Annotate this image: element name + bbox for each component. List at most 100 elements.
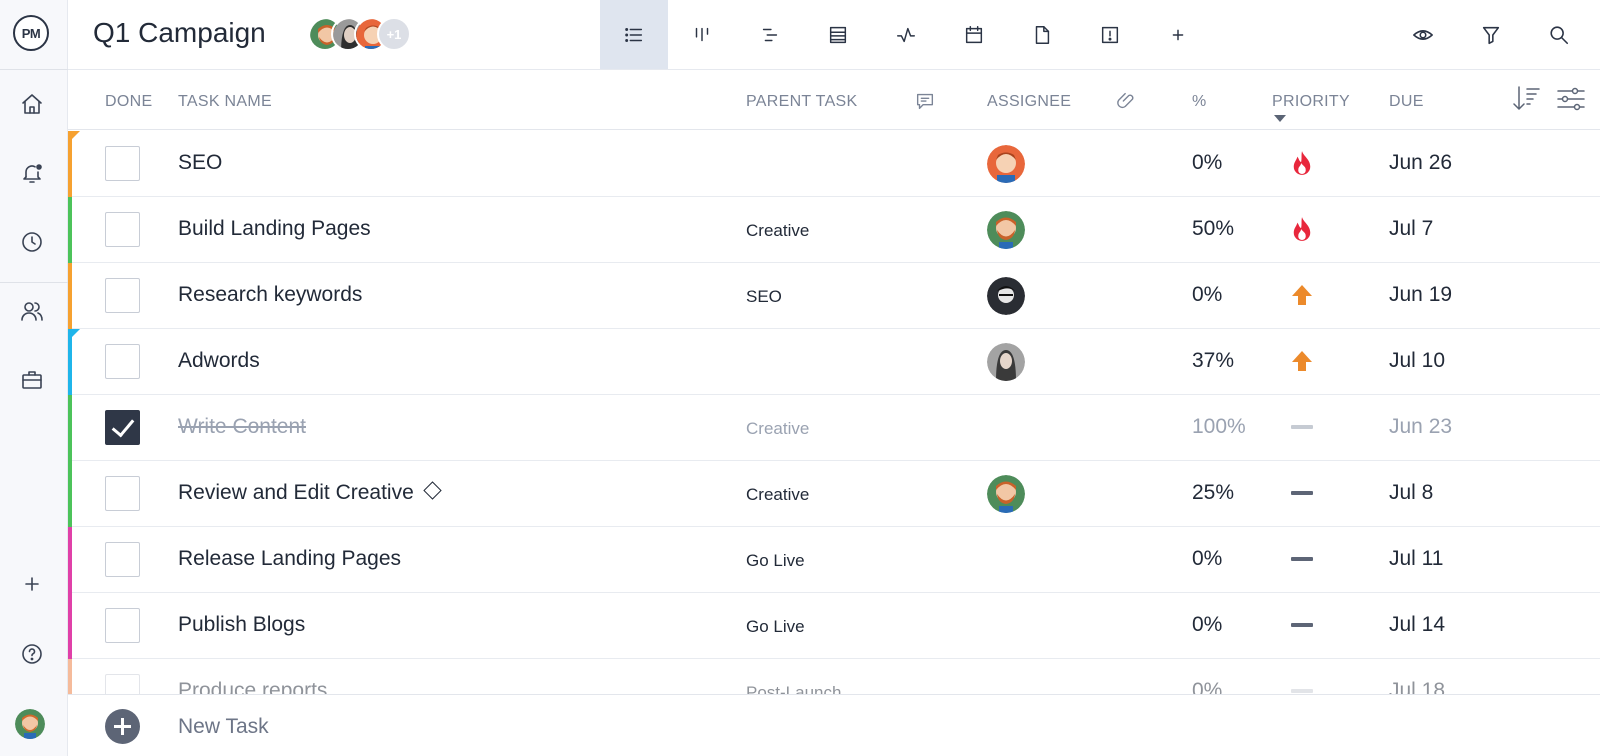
dashboard-view-button[interactable] — [872, 0, 940, 69]
add-icon[interactable] — [19, 571, 45, 597]
task-name-text[interactable]: Adwords — [178, 349, 260, 372]
due-date[interactable]: Jun 26 — [1389, 151, 1452, 175]
task-name[interactable]: Build Landing Pages — [178, 217, 371, 241]
priority-indicator[interactable] — [1287, 148, 1317, 178]
done-checkbox[interactable] — [105, 146, 140, 181]
percent-complete[interactable]: 50% — [1192, 217, 1234, 241]
task-name-text[interactable]: Build Landing Pages — [178, 217, 371, 240]
done-checkbox[interactable] — [105, 476, 140, 511]
table-row[interactable]: Release Landing Pages Go Live 0% Jul 11 — [68, 527, 1600, 593]
notifications-icon[interactable] — [19, 160, 45, 186]
table-row[interactable]: Produce reports Post-Launch 0% Jul 18 — [68, 659, 1600, 694]
table-row[interactable]: Build Landing Pages Creative 50% Jul 7 — [68, 197, 1600, 263]
task-name-text[interactable]: Publish Blogs — [178, 613, 305, 636]
task-name[interactable]: Write Content — [178, 415, 306, 439]
search-button[interactable] — [1540, 16, 1578, 54]
priority-indicator[interactable] — [1287, 280, 1317, 310]
column-done[interactable]: DONE — [105, 93, 152, 111]
filter-button[interactable] — [1472, 16, 1510, 54]
priority-indicator[interactable] — [1287, 610, 1317, 640]
percent-complete[interactable]: 0% — [1192, 613, 1222, 637]
done-checkbox[interactable] — [105, 278, 140, 313]
task-name[interactable]: Produce reports — [178, 679, 327, 694]
user-avatar[interactable] — [15, 709, 45, 739]
pm-logo[interactable]: PM — [13, 15, 49, 51]
list-view-button[interactable] — [600, 0, 668, 69]
due-date[interactable]: Jul 10 — [1389, 349, 1445, 373]
team-more-badge[interactable]: +1 — [377, 17, 411, 51]
done-checkbox[interactable] — [105, 542, 140, 577]
priority-indicator[interactable] — [1287, 412, 1317, 442]
due-date[interactable]: Jul 18 — [1389, 679, 1445, 694]
project-title[interactable]: Q1 Campaign — [93, 17, 266, 49]
files-view-button[interactable] — [1008, 0, 1076, 69]
task-name-text[interactable]: Release Landing Pages — [178, 547, 401, 570]
assignee-avatar[interactable] — [987, 145, 1025, 183]
priority-indicator[interactable] — [1287, 676, 1317, 694]
board-view-button[interactable] — [668, 0, 736, 69]
task-name-text[interactable]: Research keywords — [178, 283, 362, 306]
task-name[interactable]: SEO — [178, 151, 222, 175]
column-priority[interactable]: PRIORITY — [1272, 93, 1350, 111]
column-due[interactable]: DUE — [1389, 93, 1424, 111]
priority-indicator[interactable] — [1287, 346, 1317, 376]
table-row[interactable]: Research keywords SEO 0% Jun 19 — [68, 263, 1600, 329]
sheet-view-button[interactable] — [804, 0, 872, 69]
parent-task[interactable]: Post-Launch — [746, 683, 841, 694]
due-date[interactable]: Jul 8 — [1389, 481, 1433, 505]
column-task-name[interactable]: TASK NAME — [178, 93, 272, 111]
task-name[interactable]: Release Landing Pages — [178, 547, 401, 571]
task-name-text[interactable]: Review and Edit Creative — [178, 481, 414, 504]
due-date[interactable]: Jun 23 — [1389, 415, 1452, 439]
sort-button[interactable] — [1510, 82, 1544, 116]
column-parent-task[interactable]: PARENT TASK — [746, 93, 857, 111]
clock-icon[interactable] — [19, 229, 45, 255]
task-name[interactable]: Adwords — [178, 349, 260, 373]
add-task-icon[interactable] — [105, 709, 140, 744]
task-name-text[interactable]: Produce reports — [178, 679, 327, 694]
table-row[interactable]: Publish Blogs Go Live 0% Jul 14 — [68, 593, 1600, 659]
assignee-avatar[interactable] — [987, 211, 1025, 249]
task-name[interactable]: Research keywords — [178, 283, 362, 307]
column-assignee[interactable]: ASSIGNEE — [987, 93, 1071, 111]
priority-indicator[interactable] — [1287, 544, 1317, 574]
table-row[interactable]: Write Content Creative 100% Jun 23 — [68, 395, 1600, 461]
due-date[interactable]: Jul 11 — [1389, 547, 1443, 571]
percent-complete[interactable]: 0% — [1192, 679, 1222, 694]
calendar-view-button[interactable] — [940, 0, 1008, 69]
parent-task[interactable]: Go Live — [746, 551, 805, 571]
column-settings-button[interactable] — [1554, 82, 1588, 116]
parent-task[interactable]: Creative — [746, 485, 809, 505]
done-checkbox[interactable] — [105, 410, 140, 445]
issues-view-button[interactable] — [1076, 0, 1144, 69]
due-date[interactable]: Jul 7 — [1389, 217, 1433, 241]
assignee-avatar[interactable] — [987, 343, 1025, 381]
done-checkbox[interactable] — [105, 344, 140, 379]
priority-indicator[interactable] — [1287, 478, 1317, 508]
percent-complete[interactable]: 0% — [1192, 547, 1222, 571]
add-view-button[interactable] — [1144, 0, 1212, 69]
done-checkbox[interactable] — [105, 608, 140, 643]
people-icon[interactable] — [19, 298, 45, 324]
parent-task[interactable]: Go Live — [746, 617, 805, 637]
briefcase-icon[interactable] — [19, 367, 45, 393]
comments-column-icon[interactable] — [914, 90, 936, 117]
parent-task[interactable]: Creative — [746, 419, 809, 439]
percent-complete[interactable]: 37% — [1192, 349, 1234, 373]
percent-complete[interactable]: 25% — [1192, 481, 1234, 505]
due-date[interactable]: Jul 14 — [1389, 613, 1445, 637]
gantt-view-button[interactable] — [736, 0, 804, 69]
table-row[interactable]: Review and Edit Creative Creative 25% Jul 8 — [68, 461, 1600, 527]
watch-button[interactable] — [1404, 16, 1442, 54]
parent-task[interactable]: Creative — [746, 221, 809, 241]
help-icon[interactable] — [19, 641, 45, 667]
percent-complete[interactable]: 0% — [1192, 151, 1222, 175]
priority-indicator[interactable] — [1287, 214, 1317, 244]
percent-complete[interactable]: 100% — [1192, 415, 1246, 439]
task-name-text[interactable]: Write Content — [178, 415, 306, 438]
task-name[interactable]: Review and Edit Creative — [178, 481, 442, 505]
parent-task[interactable]: SEO — [746, 287, 782, 307]
done-checkbox[interactable] — [105, 674, 140, 694]
new-task-label[interactable]: New Task — [178, 715, 269, 739]
column-percent[interactable]: % — [1192, 93, 1207, 111]
